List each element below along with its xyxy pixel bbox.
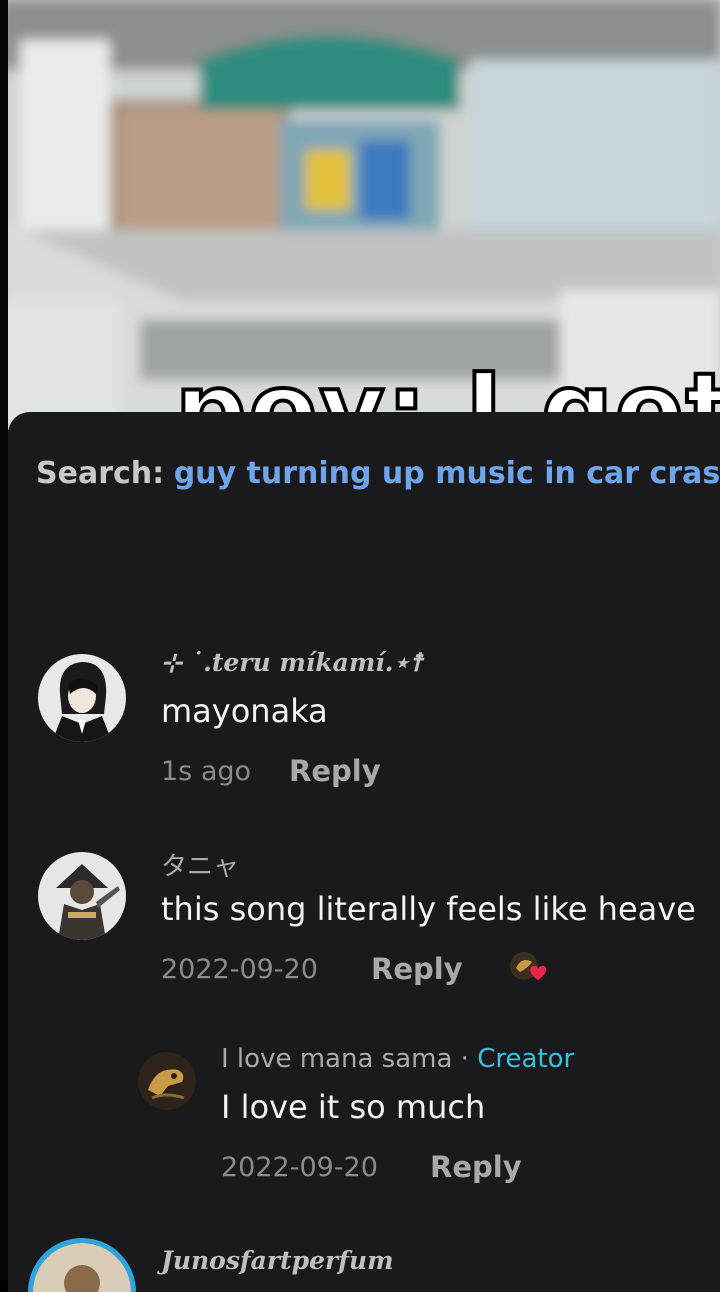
comment-text: this song literally feels like heave (161, 890, 696, 928)
reply-text: I love it so much (221, 1088, 486, 1126)
reply-button[interactable]: Reply (430, 1150, 522, 1184)
comment-username[interactable]: Junosfartperfum (161, 1246, 394, 1275)
reply-timestamp: 2022-09-20 (221, 1152, 378, 1183)
avatar[interactable] (138, 1052, 196, 1110)
comment-username[interactable]: タニャ (161, 846, 239, 883)
comment-timestamp: 2022-09-20 (161, 954, 318, 985)
reply-button[interactable]: Reply (289, 754, 381, 788)
screen-edge (0, 0, 8, 1280)
reply-username[interactable]: I love mana sama (221, 1044, 452, 1074)
avatar[interactable] (28, 1238, 136, 1292)
separator-dot: · (460, 1044, 469, 1074)
comment-text: mayonaka (161, 692, 328, 730)
search-suggestion[interactable]: Search: guy turning up music in car cras… (36, 456, 720, 491)
reply-button[interactable]: Reply (371, 952, 463, 986)
liked-by-creator-icon (508, 950, 550, 986)
background-video[interactable]: pov: I got i (0, 0, 720, 430)
avatar[interactable] (38, 654, 126, 742)
avatar[interactable] (38, 852, 126, 940)
reply-username-row[interactable]: I love mana sama · Creator (221, 1044, 574, 1074)
creator-badge: Creator (477, 1044, 575, 1074)
comment-username[interactable]: ⊹ ˙.teru míkamí.⋆☨ (161, 648, 423, 677)
search-term-link[interactable]: guy turning up music in car crash (174, 456, 720, 491)
search-label: Search: (36, 456, 165, 491)
comment-timestamp: 1s ago (161, 756, 252, 787)
comments-panel: Search: guy turning up music in car cras… (8, 412, 720, 1292)
